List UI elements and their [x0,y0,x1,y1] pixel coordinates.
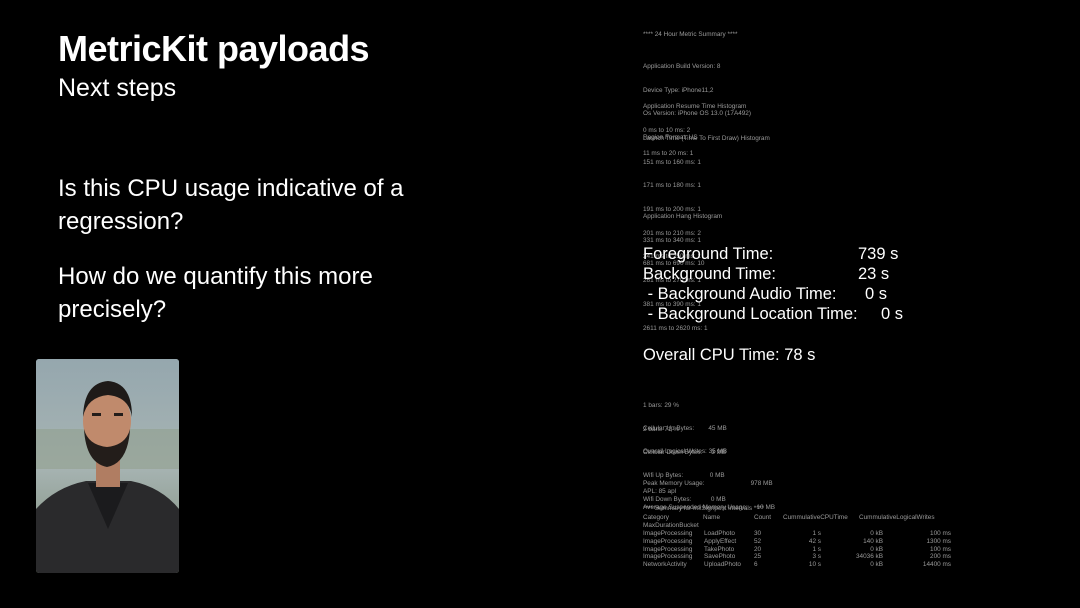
cell-category: ImageProcessing [643,553,693,561]
cell-max-duration: 1300 ms [926,537,951,545]
cell-max-duration: 200 ms [930,553,951,561]
background-time-value: 23 s [858,265,890,283]
background-location-label: - Background Location Time: [643,305,858,323]
cell-name: SavePhoto [704,553,736,561]
cell-max-duration: 100 ms [930,529,951,537]
overall-cpu-time: Overall CPU Time: 78 s [643,346,816,364]
metric-summary-header: **** 24 Hour Metric Summary **** [643,31,738,38]
column-header-cpu-time: CummulativeCPUTime [783,514,848,521]
foreground-time-value: 739 s [858,245,899,263]
slide: MetricKit payloads Next steps Is this CP… [0,0,1080,608]
logical-writes: Overall Logical Writes: 35 MB [643,448,728,455]
resume-histogram-line: Application Resume Time Histogram [643,102,747,110]
cell-name: TakePhoto [704,545,735,553]
cell-count: 52 [754,537,762,545]
cell-category: ImageProcessing [643,545,693,553]
speaker-portrait-image [36,359,179,573]
cell-category: NetworkActivity [643,561,687,569]
cell-cpu-time: 1 s [812,545,821,553]
cell-cpu-time: 3 s [812,553,821,561]
cell-logical-writes: 140 kB [863,537,883,545]
background-audio-label: - Background Audio Time: [643,285,837,303]
device-info-line: Application Build Version: 8 [643,62,721,70]
background-location-value: 0 s [881,305,904,323]
cell-logical-writes: 34036 kB [855,553,883,561]
column-header-category: Category [643,514,669,521]
cell-count: 20 [754,545,762,553]
launch-histogram-line: Launch Time (Time To First Draw) Histogr… [643,134,770,142]
cell-logical-writes: 0 kB [870,561,883,569]
background-audio-row: - Background Audio Time: 0 s [643,284,887,304]
cell-max-duration: 100 ms [930,545,951,553]
cell-count: 30 [754,529,762,537]
launch-histogram-line: 171 ms to 180 ms: 1 [643,182,701,190]
column-header-count: Count [754,514,772,521]
hang-histogram-line: Application Hang Histogram [643,212,723,220]
background-location-row: - Background Location Time: 0 s [643,304,903,324]
cell-cpu-time: 42 s [808,537,821,545]
cell-cpu-time: 1 s [812,529,821,537]
column-header-logical-writes: CummulativeLogicalWrites [859,514,935,521]
cell-category: ImageProcessing [643,537,693,545]
launch-histogram-line: 2611 ms to 2620 ms: 1 [643,324,708,332]
column-header-max-duration: MaxDurationBucket [643,521,699,529]
foreground-time-label: Foreground Time: [643,245,774,263]
cell-count: 25 [754,553,762,561]
cell-logical-writes: 0 kB [870,529,883,537]
network-usage-line: Cellular Up Bytes: 45 MB [643,424,727,432]
cell-name: UploadPhoto [704,561,741,569]
launch-histogram-line: 151 ms to 160 ms: 1 [643,158,701,166]
cell-category: ImageProcessing [643,529,693,537]
cell-logical-writes: 0 kB [870,545,883,553]
cell-count: 6 [754,561,758,569]
background-audio-value: 0 s [865,285,888,303]
question-quantify: How do we quantify this more precisely? [58,263,373,323]
cell-name: ApplyEffect [704,537,737,545]
apl-value: APL: 85 apl [643,488,677,495]
column-header-name: Name [703,514,721,521]
background-time-row: Background Time: 23 s [643,264,889,284]
cell-name: LoadPhoto [704,529,735,537]
slide-title: MetricKit payloads [58,28,370,69]
background-time-label: Background Time: [643,265,776,283]
speaker-video [36,359,179,573]
slide-subtitle: Next steps [58,74,177,102]
cell-max-duration: 14400 ms [922,561,951,569]
foreground-time-row: Foreground Time: 739 s [643,244,898,264]
signpost-header: **** Summary for mxSignpost intervals **… [643,505,764,512]
cell-cpu-time: 10 s [808,561,821,569]
question-regression: Is this CPU usage indicative of a regres… [58,175,404,235]
memory-line: Peak Memory Usage: 978 MB [643,479,773,487]
